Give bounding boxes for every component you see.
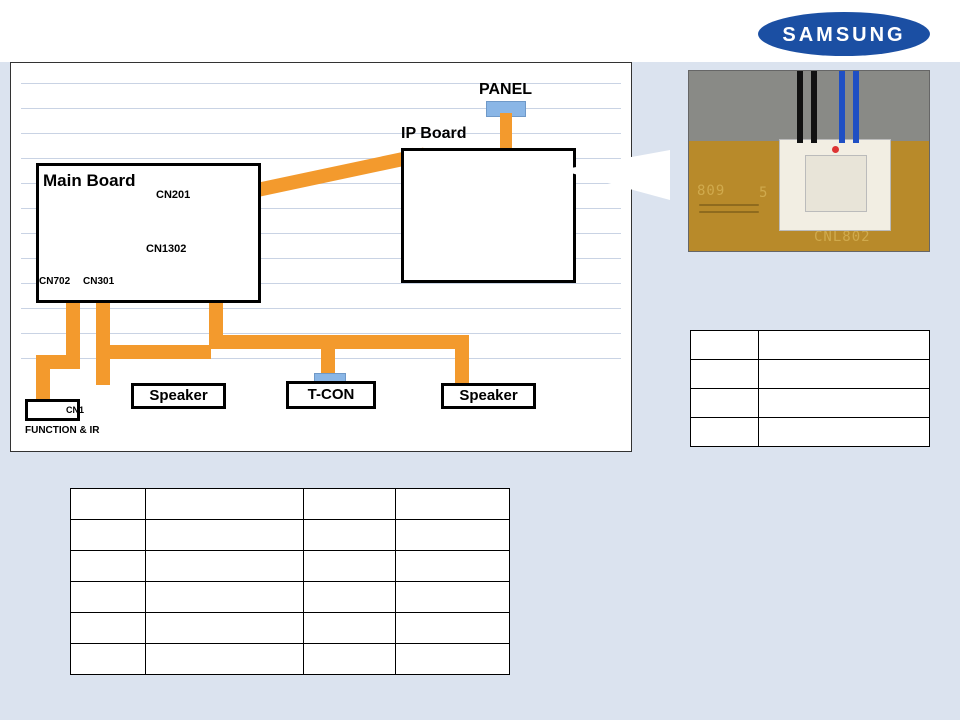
table-row <box>691 389 930 418</box>
cn201-label: CN201 <box>156 189 190 201</box>
wiring-diagram: Main Board CN201 CN1302 CN702 CN301 IP B… <box>10 62 632 452</box>
table-row <box>71 644 510 675</box>
samsung-logo: SAMSUNG <box>757 10 932 58</box>
white-connector <box>779 139 891 231</box>
red-dot-icon <box>832 146 839 153</box>
logo-text: SAMSUNG <box>782 24 905 46</box>
pointer-arrow <box>560 150 700 220</box>
silk-cnl: CNL802 <box>814 229 871 245</box>
wire-blue-2 <box>853 71 859 143</box>
main-board-label: Main Board <box>43 171 136 191</box>
silk-5: 5 <box>759 185 768 201</box>
ip-board-label: IP Board <box>401 125 467 143</box>
table-row <box>691 360 930 389</box>
silk-809: 809 <box>697 183 725 199</box>
table-row <box>71 582 510 613</box>
speaker-left-box: Speaker <box>131 383 226 409</box>
table-row <box>71 613 510 644</box>
pin-table <box>690 330 930 447</box>
table-row <box>71 520 510 551</box>
cn301-label: CN301 <box>83 276 114 287</box>
cn1302-label: CN1302 <box>146 243 186 255</box>
wire-black-1 <box>797 71 803 143</box>
panel-label: PANEL <box>479 81 532 99</box>
table-row <box>691 418 930 447</box>
wire-black-2 <box>811 71 817 143</box>
cn702-label: CN702 <box>39 276 70 287</box>
big-table <box>70 488 510 675</box>
table-row <box>71 551 510 582</box>
table-row <box>71 489 510 520</box>
function-ir-label: FUNCTION & IR <box>25 425 99 436</box>
table-row <box>691 331 930 360</box>
cn1-label: CN1 <box>66 405 84 415</box>
connector-photo: 809 5 CNL802 <box>688 70 930 252</box>
tcon-box: T-CON <box>286 381 376 409</box>
wire-blue-1 <box>839 71 845 143</box>
page-root: SAMSUNG <box>0 0 960 720</box>
ip-board-box <box>401 148 576 283</box>
speaker-right-box: Speaker <box>441 383 536 409</box>
